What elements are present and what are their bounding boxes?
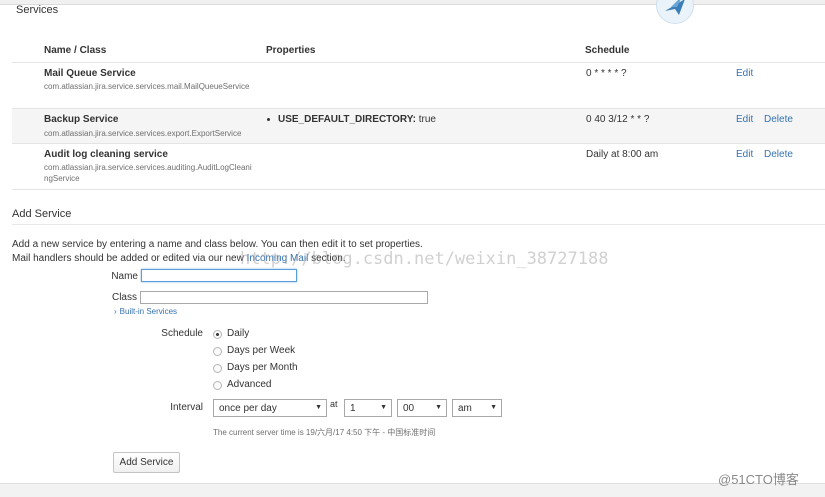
ampm-value: am (458, 403, 472, 414)
table-row: Backup Service com.atlassian.jira.servic… (12, 109, 825, 144)
bullet-icon (267, 117, 270, 121)
radio-button[interactable] (213, 364, 222, 373)
class-input[interactable] (140, 291, 428, 304)
corner-watermark: @51CTO博客 (718, 472, 799, 487)
builtin-services-link[interactable]: › Built-in Services (114, 307, 177, 316)
chevron-down-icon: ▼ (380, 404, 387, 411)
delete-link[interactable]: Delete (764, 149, 793, 160)
schedule-option-label: Advanced (227, 379, 272, 390)
radio-button[interactable] (213, 381, 222, 390)
section-title: Services (16, 4, 59, 16)
hour-select[interactable]: 1 ▼ (344, 399, 392, 417)
name-label: Name (111, 271, 138, 282)
interval-select[interactable]: once per day ▼ (213, 399, 327, 417)
add-service-heading: Add Service (12, 208, 72, 220)
schedule-option-label: Daily (227, 328, 250, 339)
header-schedule: Schedule (585, 45, 630, 56)
service-name: Audit log cleaning service (44, 149, 168, 160)
divider (12, 224, 825, 225)
service-schedule: Daily at 8:00 am (586, 149, 659, 160)
class-label: Class (111, 292, 137, 303)
delete-link[interactable]: Delete (764, 114, 793, 125)
chevron-down-icon: ▼ (435, 404, 442, 411)
builtin-services-label: Built-in Services (119, 307, 178, 316)
service-name: Backup Service (44, 114, 119, 125)
chevron-down-icon: ▼ (490, 404, 497, 411)
service-schedule: 0 40 3/12 * * ? (586, 114, 650, 125)
table-row: Mail Queue Service com.atlassian.jira.se… (12, 63, 825, 109)
interval-value: once per day (219, 403, 277, 414)
service-schedule: 0 * * * * ? (586, 68, 627, 79)
bottom-strip (0, 483, 825, 497)
at-label: at (330, 399, 338, 409)
radio-button[interactable] (213, 347, 222, 356)
browser-bookmark-strip (0, 0, 825, 5)
edit-link[interactable]: Edit (736, 114, 753, 125)
name-input[interactable] (141, 269, 297, 282)
chevron-down-icon: ▼ (315, 404, 322, 411)
server-time-note: The current server time is 19/六月/17 4:50… (213, 428, 436, 437)
chevron-right-icon: › (114, 307, 117, 316)
radio-button[interactable] (213, 330, 222, 339)
ampm-select[interactable]: am ▼ (452, 399, 502, 417)
property-value: true (418, 114, 436, 125)
header-properties: Properties (266, 45, 316, 56)
property-key: USE_DEFAULT_DIRECTORY: (278, 114, 416, 125)
bird-logo-icon (656, 0, 694, 24)
service-class: com.atlassian.jira.service.services.mail… (44, 82, 250, 91)
add-service-button[interactable]: Add Service (113, 452, 180, 473)
service-name: Mail Queue Service (44, 68, 136, 79)
minute-value: 00 (403, 403, 415, 414)
services-table-header: Name / Class Properties Schedule (12, 42, 825, 63)
header-name-class: Name / Class (44, 45, 107, 56)
watermark: http://blog.csdn.net/weixin_38727188 (240, 249, 609, 269)
edit-link[interactable]: Edit (736, 68, 753, 79)
table-row: Audit log cleaning service com.atlassian… (12, 144, 825, 190)
edit-link[interactable]: Edit (736, 149, 753, 160)
service-class: com.atlassian.jira.service.services.expo… (44, 129, 242, 138)
description-line-2: Mail handlers should be added or edited … (12, 253, 247, 264)
hour-value: 1 (350, 403, 356, 414)
schedule-option-label: Days per Week (227, 345, 296, 356)
schedule-option-label: Days per Month (227, 362, 298, 373)
service-property: USE_DEFAULT_DIRECTORY: true (267, 114, 436, 125)
minute-select[interactable]: 00 ▼ (397, 399, 447, 417)
interval-label: Interval (170, 402, 203, 413)
service-class: com.atlassian.jira.service.services.audi… (44, 163, 252, 183)
schedule-label: Schedule (161, 328, 203, 339)
